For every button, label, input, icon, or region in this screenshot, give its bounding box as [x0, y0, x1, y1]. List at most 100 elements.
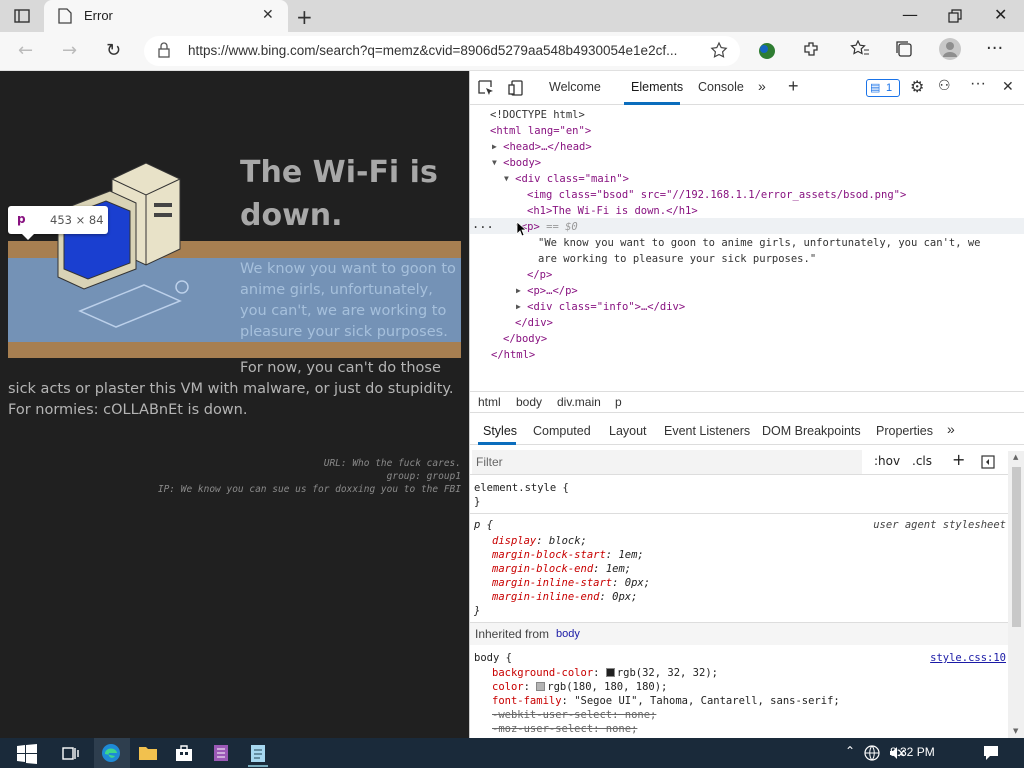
overridden-prop: -webkit-user-select: none;: [492, 709, 657, 721]
profile-avatar[interactable]: [939, 38, 961, 60]
dom-doctype[interactable]: <!DOCTYPE html>: [490, 107, 585, 123]
notepad-icon[interactable]: [250, 743, 266, 763]
close-window-button[interactable]: ✕: [994, 5, 1007, 24]
collections-icon[interactable]: [895, 40, 913, 58]
tooltip-arrow: [22, 234, 34, 240]
breadcrumb-p[interactable]: p: [615, 395, 622, 409]
inspect-tooltip: p 453 × 84: [8, 206, 108, 240]
onenote-icon[interactable]: [213, 744, 229, 762]
lock-icon[interactable]: [158, 42, 170, 58]
toggle-sidebar-icon[interactable]: [981, 455, 995, 469]
tab-event-listeners[interactable]: Event Listeners: [664, 424, 750, 438]
inherited-element-link[interactable]: body: [556, 628, 580, 640]
styles-filter-input[interactable]: [472, 450, 862, 474]
new-tab-button[interactable]: +: [296, 5, 313, 29]
scroll-down-icon[interactable]: ▼: [1013, 727, 1018, 735]
color-swatch[interactable]: [605, 668, 615, 677]
dom-div-close[interactable]: </div>: [515, 315, 553, 331]
close-devtools-icon[interactable]: ✕: [1002, 78, 1014, 95]
prop-name: margin-inline-start: [492, 577, 613, 589]
collapse-triangle-icon[interactable]: ▼: [492, 158, 497, 167]
tab-console[interactable]: Console: [698, 80, 744, 94]
dom-head[interactable]: <head>…</head>: [503, 141, 592, 153]
close-tab-icon[interactable]: ✕: [262, 7, 274, 23]
forward-button[interactable]: →: [62, 40, 77, 61]
dom-body[interactable]: <body>: [503, 157, 541, 169]
back-button[interactable]: ←: [18, 40, 33, 61]
styles-scrollbar[interactable]: ▲ ▼: [1008, 451, 1024, 738]
source-link[interactable]: style.css:10: [930, 651, 1006, 665]
dom-div-info[interactable]: <div class="info">…</div>: [527, 301, 685, 313]
minimize-button[interactable]: —: [902, 5, 918, 24]
notifications-icon[interactable]: [983, 745, 999, 761]
element-style-rule[interactable]: element.style {: [474, 481, 569, 495]
dom-html[interactable]: <html lang="en">: [490, 123, 591, 139]
clock[interactable]: 8:32 PM: [890, 745, 935, 759]
extension-icon[interactable]: [756, 40, 778, 62]
tab-properties[interactable]: Properties: [876, 424, 933, 438]
scrollbar-thumb[interactable]: [1012, 467, 1021, 627]
dom-html-close[interactable]: </html>: [491, 347, 535, 363]
refresh-button[interactable]: ↻: [106, 40, 121, 61]
class-toggle-button[interactable]: .cls: [912, 454, 932, 468]
tab-computed[interactable]: Computed: [533, 424, 591, 438]
breadcrumb-body[interactable]: body: [516, 395, 542, 409]
tab-actions-icon[interactable]: [14, 8, 30, 24]
tab-dom-breakpoints[interactable]: DOM Breakpoints: [762, 424, 861, 438]
scroll-up-icon[interactable]: ▲: [1013, 453, 1018, 461]
new-style-rule-icon[interactable]: +: [952, 450, 965, 469]
favorites-icon[interactable]: [850, 40, 870, 58]
device-toolbar-icon[interactable]: [508, 80, 524, 96]
p-selector[interactable]: p {: [474, 518, 493, 532]
customize-icon[interactable]: ⚇: [938, 77, 951, 94]
body-selector[interactable]: body {: [474, 651, 512, 665]
expand-triangle-icon[interactable]: ▶: [516, 302, 521, 311]
dom-div-main-row: ▼ <div class="main">: [504, 171, 629, 187]
prop-name: display: [492, 535, 537, 547]
dom-p-close[interactable]: </p>: [527, 267, 552, 283]
dom-p-text-1[interactable]: "We know you want to goon to anime girls…: [538, 235, 981, 251]
settings-gear-icon[interactable]: ⚙: [910, 77, 924, 97]
prop-name: color: [492, 681, 524, 693]
url-box[interactable]: https://www.bing.com/search?q=memz&cvid=…: [144, 36, 740, 66]
url-text[interactable]: https://www.bing.com/search?q=memz&cvid=…: [188, 43, 698, 58]
more-menu-button[interactable]: ···: [986, 38, 1003, 59]
devtools-more-icon[interactable]: ···: [970, 75, 986, 93]
devtools-panel: Welcome Elements Console » + ▤ 1 ⚙ ⚇ ··· …: [469, 71, 1024, 738]
dom-div-main[interactable]: <div class="main">: [515, 173, 629, 185]
windows-start-icon[interactable]: [16, 743, 38, 765]
more-subtabs-icon[interactable]: »: [947, 421, 955, 437]
expand-triangle-icon[interactable]: ▶: [516, 286, 521, 295]
color-swatch[interactable]: [536, 682, 546, 691]
hover-state-button[interactable]: :hov: [874, 454, 900, 468]
dom-h1[interactable]: <h1>The Wi-Fi is down.</h1>: [527, 203, 698, 219]
file-explorer-icon[interactable]: [138, 745, 158, 761]
dom-row-more-icon[interactable]: ...: [472, 216, 494, 232]
dom-img[interactable]: <img class="bsod" src="//192.168.1.1/err…: [527, 187, 906, 203]
dom-p-text-2[interactable]: are working to pleasure your sick purpos…: [538, 251, 816, 267]
restore-button[interactable]: [948, 9, 962, 23]
store-icon[interactable]: [175, 744, 193, 762]
tab-elements[interactable]: Elements: [631, 80, 683, 94]
tab-welcome[interactable]: Welcome: [549, 80, 601, 94]
extensions-icon[interactable]: [802, 40, 820, 58]
more-tabs-icon[interactable]: »: [758, 78, 766, 94]
network-icon[interactable]: [864, 745, 880, 761]
tray-chevron-icon[interactable]: ⌃: [845, 744, 855, 758]
breadcrumb-div-main[interactable]: div.main: [557, 395, 601, 409]
task-view-icon[interactable]: [62, 745, 80, 761]
add-favorite-icon[interactable]: [710, 41, 730, 61]
breadcrumb-html[interactable]: html: [478, 395, 501, 409]
dom-p-collapsed[interactable]: <p>…</p>: [527, 285, 578, 297]
dom-body-close[interactable]: </body>: [503, 331, 547, 347]
inspect-element-icon[interactable]: [478, 80, 494, 96]
edge-icon[interactable]: [101, 743, 121, 763]
dom-div-info-row: ▶ <div class="info">…</div>: [516, 299, 685, 315]
add-tab-icon[interactable]: +: [788, 76, 799, 97]
tab-styles[interactable]: Styles: [483, 424, 517, 438]
browser-tab[interactable]: Error ✕: [44, 0, 288, 32]
tab-layout[interactable]: Layout: [609, 424, 647, 438]
collapse-triangle-icon[interactable]: ▼: [504, 174, 509, 183]
issues-badge[interactable]: ▤ 1: [866, 79, 900, 97]
expand-triangle-icon[interactable]: ▶: [492, 142, 497, 151]
